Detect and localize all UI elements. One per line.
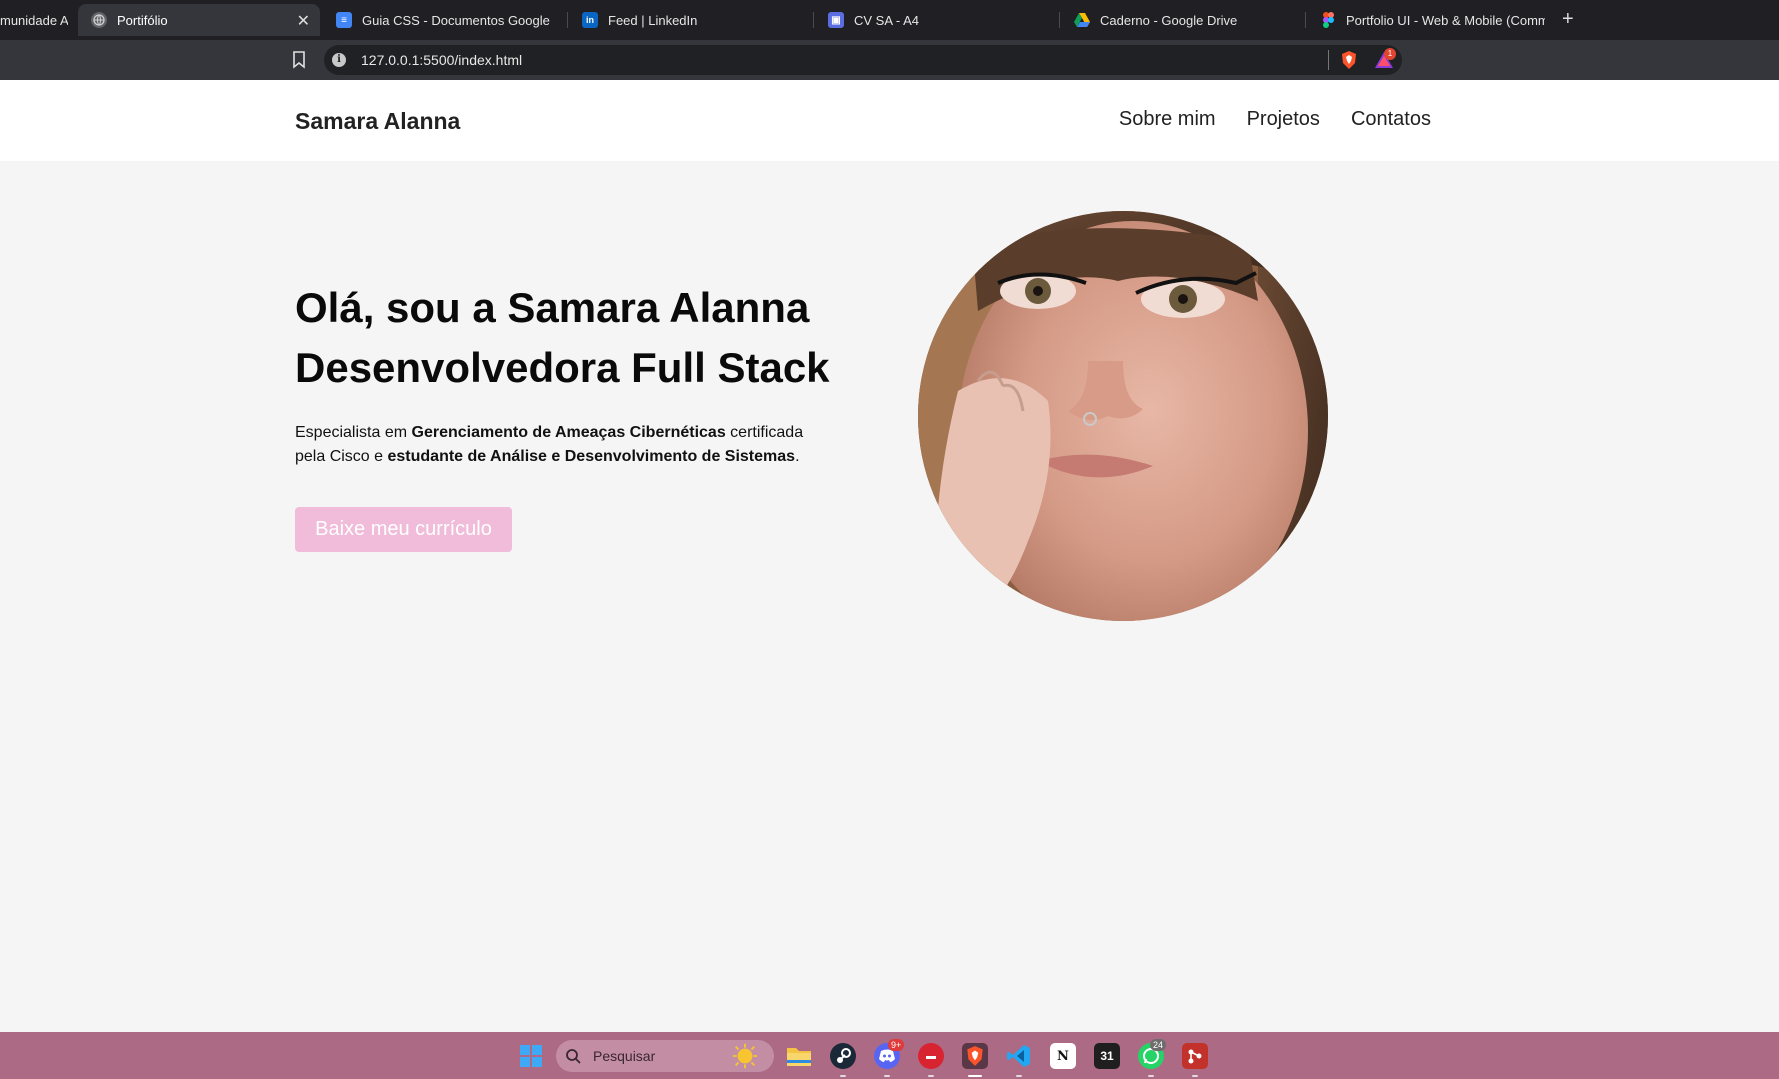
- hero-description: Especialista em Gerenciamento de Ameaças…: [295, 421, 835, 469]
- whatsapp-notification-badge: 24: [1150, 1039, 1167, 1051]
- nav-link-projetos[interactable]: Projetos: [1247, 108, 1320, 131]
- hero-title-line-1: Olá, sou a Samara Alanna: [295, 284, 810, 331]
- tab-divider: [1059, 12, 1060, 28]
- nav-link-sobre-mim[interactable]: Sobre mim: [1119, 108, 1216, 131]
- running-indicator: [1016, 1075, 1022, 1077]
- taskbar: 9+ ▬ N 31 24: [0, 1032, 1779, 1079]
- new-tab-icon[interactable]: +: [1562, 8, 1574, 31]
- brave-shield-icon[interactable]: [1340, 50, 1358, 70]
- brave-browser-icon[interactable]: [962, 1043, 988, 1069]
- tab-title: Portifólio: [117, 12, 168, 28]
- address-bar-divider: [1328, 50, 1329, 70]
- taskbar-search-placeholder: Pesquisar: [593, 1048, 656, 1064]
- nav-link-contatos[interactable]: Contatos: [1351, 108, 1431, 131]
- download-cv-button[interactable]: Baixe meu currículo: [295, 507, 512, 552]
- tab-google-drive[interactable]: Caderno - Google Drive: [1074, 4, 1299, 36]
- file-explorer-icon[interactable]: [786, 1043, 812, 1069]
- notification-badge: 1: [1384, 48, 1396, 60]
- document-app-icon: ▣: [828, 12, 844, 28]
- url-text[interactable]: 127.0.0.1:5500/index.html: [361, 52, 522, 68]
- close-icon[interactable]: ✕: [297, 11, 310, 31]
- tab-linkedin[interactable]: in Feed | LinkedIn: [582, 4, 807, 36]
- tab-divider: [1305, 12, 1306, 28]
- calendar-icon[interactable]: 31: [1094, 1043, 1120, 1069]
- calendar-day: 31: [1100, 1049, 1114, 1063]
- google-docs-icon: ≡: [336, 12, 352, 28]
- globe-icon: [91, 12, 107, 28]
- site-nav: Sobre mim Projetos Contatos: [1119, 108, 1431, 131]
- weather-sun-icon[interactable]: [732, 1043, 758, 1069]
- windows-start-icon[interactable]: [518, 1043, 544, 1069]
- steam-icon[interactable]: [830, 1043, 856, 1069]
- search-icon: [564, 1043, 582, 1069]
- site-header: Samara Alanna Sobre mim Projetos Contato…: [0, 80, 1779, 161]
- running-indicator: [928, 1075, 934, 1077]
- tab-divider: [813, 12, 814, 28]
- hero-text-highlight: Gerenciamento de Ameaças Cibernéticas: [411, 424, 726, 441]
- tab-guia-css[interactable]: ≡ Guia CSS - Documentos Google: [336, 4, 561, 36]
- tab-title: Guia CSS - Documentos Google: [362, 12, 550, 28]
- hero-text-part: .: [795, 448, 800, 465]
- hero-title-line-2: Desenvolvedora Full Stack: [295, 344, 830, 391]
- running-indicator: [840, 1075, 846, 1077]
- active-indicator: [968, 1075, 982, 1077]
- riot-client-icon[interactable]: ▬: [918, 1043, 944, 1069]
- vscode-icon[interactable]: [1006, 1043, 1032, 1069]
- running-indicator: [1192, 1075, 1198, 1077]
- running-indicator: [884, 1075, 890, 1077]
- tab-comunidade[interactable]: munidade A: [0, 4, 68, 36]
- bookmark-icon[interactable]: [292, 51, 306, 69]
- running-indicator: [1148, 1075, 1154, 1077]
- site-brand[interactable]: Samara Alanna: [295, 108, 460, 135]
- git-app-icon[interactable]: [1182, 1043, 1208, 1069]
- notion-icon[interactable]: N: [1050, 1043, 1076, 1069]
- info-icon[interactable]: i: [332, 53, 346, 67]
- hero-text-part: Especialista em: [295, 424, 412, 441]
- tab-title: Caderno - Google Drive: [1100, 12, 1238, 28]
- tab-cv[interactable]: ▣ CV SA - A4: [828, 4, 1053, 36]
- linkedin-icon: in: [582, 12, 598, 28]
- tab-title: munidade A: [0, 12, 68, 28]
- tab-divider: [567, 12, 568, 28]
- hero-title: Olá, sou a Samara Alanna Desenvolvedora …: [295, 278, 830, 398]
- discord-notification-badge: 9+: [888, 1039, 905, 1051]
- hero-text-highlight: estudante de Análise e Desenvolvimento d…: [387, 448, 796, 465]
- tab-title: CV SA - A4: [854, 12, 920, 28]
- tab-figma[interactable]: Portfolio UI - Web & Mobile (Commu: [1320, 4, 1545, 36]
- browser-tab-strip: munidade A Portifólio ✕ ≡ Guia CSS - Doc…: [0, 0, 1779, 40]
- tab-title: Feed | LinkedIn: [608, 12, 698, 28]
- browser-toolbar: [0, 40, 1779, 80]
- google-drive-icon: [1074, 12, 1090, 28]
- profile-photo: [918, 211, 1328, 621]
- tab-portifolio[interactable]: Portifólio ✕: [78, 4, 320, 36]
- tab-title: Portfolio UI - Web & Mobile (Commu: [1346, 12, 1545, 28]
- figma-icon: [1320, 12, 1336, 28]
